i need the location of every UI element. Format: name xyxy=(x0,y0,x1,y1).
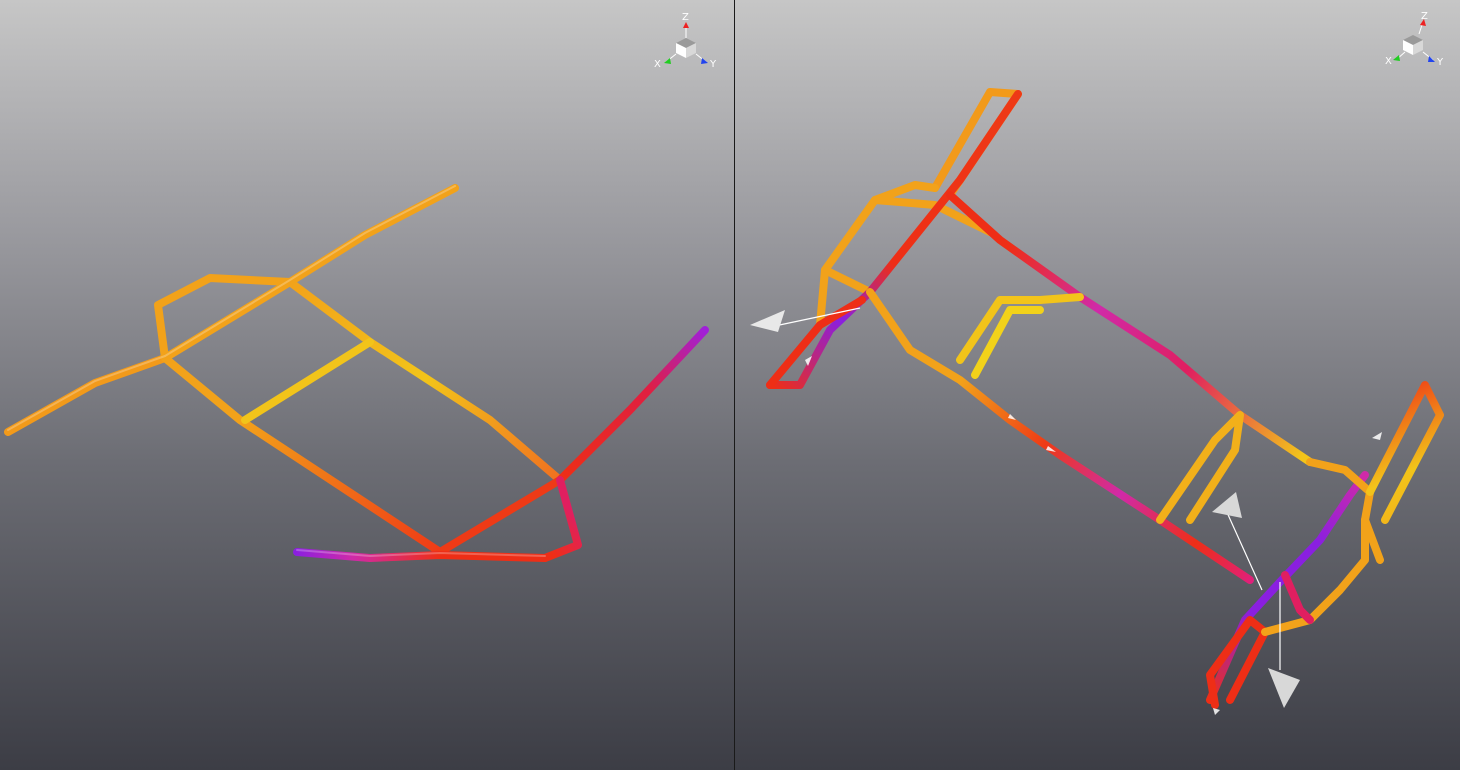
frame-model-side-view[interactable] xyxy=(0,0,734,770)
tube-member[interactable] xyxy=(1366,381,1444,524)
axis-x-label: X xyxy=(654,59,661,70)
frame-model-iso-view[interactable] xyxy=(735,0,1460,770)
tube-member[interactable] xyxy=(1206,616,1269,709)
tube-member[interactable] xyxy=(866,288,1254,584)
tube-member[interactable] xyxy=(436,476,564,556)
tube-member[interactable] xyxy=(4,354,169,436)
axis-x-label: X xyxy=(1385,56,1392,67)
model-viewer: Z Y X Z Y X xyxy=(0,0,1460,770)
tube-member[interactable] xyxy=(541,476,582,562)
tube-member[interactable] xyxy=(1306,458,1384,564)
axis-y-label: Y xyxy=(709,59,717,70)
force-arrow-icon[interactable] xyxy=(1213,708,1220,715)
tube-member[interactable] xyxy=(1281,571,1314,624)
tube-member[interactable] xyxy=(286,278,564,484)
viewport-right[interactable]: Z Y X xyxy=(735,0,1460,770)
axis-triad-icon[interactable]: Z Y X xyxy=(1385,10,1455,70)
axis-z-label: Z xyxy=(1421,11,1428,22)
axis-y-label: Y xyxy=(1436,57,1444,68)
viewport-left[interactable]: Z Y X xyxy=(0,0,734,770)
force-arrow-icon[interactable] xyxy=(1372,432,1382,440)
axis-z-label: Z xyxy=(682,12,689,23)
tube-member[interactable] xyxy=(241,338,374,424)
tube-member[interactable] xyxy=(161,184,459,362)
tube-member[interactable] xyxy=(556,326,709,484)
axis-triad-icon[interactable]: Z Y X xyxy=(650,10,720,70)
